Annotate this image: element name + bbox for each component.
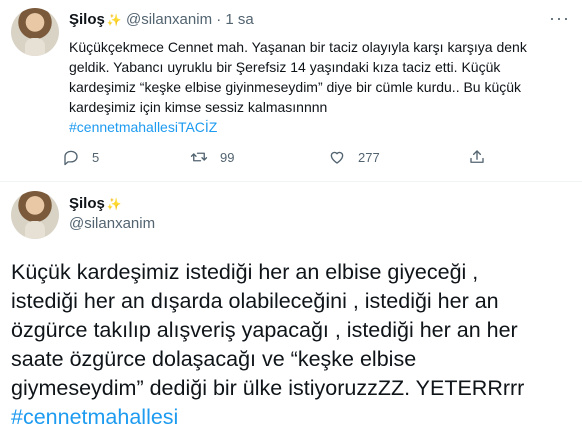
tweet-text-line: kardeşimiz için kimse sessiz kalmasınnnn bbox=[69, 99, 328, 115]
author-name[interactable]: Şiloş bbox=[69, 195, 105, 212]
quoted-author-row: Şiloş ✨ bbox=[69, 195, 122, 212]
tweet-text-line: geldik. Yabancı uyruklu bir Şerefsiz 14 … bbox=[69, 59, 501, 75]
tweet-text-line: giymeseydim” dediği bir ülke istiyoruzzZ… bbox=[11, 376, 525, 400]
hashtag-link[interactable]: #cennetmahallesiTACİZ bbox=[69, 117, 569, 137]
tweet-time[interactable]: 1 sa bbox=[225, 11, 253, 28]
reply-button[interactable]: 5 bbox=[62, 148, 99, 166]
separator-dot: · bbox=[216, 11, 222, 28]
tweet-text-line: Küçükçekmece Cennet mah. Yaşanan bir tac… bbox=[69, 39, 527, 55]
share-button[interactable] bbox=[468, 148, 498, 166]
sparkle-emoji: ✨ bbox=[106, 197, 122, 211]
retweet-icon bbox=[190, 152, 208, 162]
sparkle-emoji: ✨ bbox=[106, 13, 122, 27]
tweet-text-line: Küçük kardeşimiz istediği her an elbise … bbox=[11, 260, 479, 284]
tweet-actions: 5 99 277 bbox=[62, 148, 502, 168]
tweet-header: Şiloş ✨ @silanxanim · 1 sa bbox=[69, 11, 254, 28]
like-icon bbox=[330, 151, 344, 164]
avatar[interactable] bbox=[11, 8, 59, 56]
tweet-text-line: kardeşimiz “keşke elbise giyinmeseydim” … bbox=[69, 79, 522, 95]
avatar[interactable] bbox=[11, 191, 59, 239]
reply-icon bbox=[64, 150, 78, 166]
like-count: 277 bbox=[358, 149, 380, 165]
quoted-tweet-text: Küçük kardeşimiz istediği her an elbise … bbox=[11, 258, 571, 432]
hashtag-link[interactable]: #cennetmahallesi bbox=[11, 403, 571, 432]
like-button[interactable]: 277 bbox=[328, 148, 380, 166]
more-icon[interactable]: ··· bbox=[549, 8, 570, 29]
divider bbox=[0, 181, 582, 182]
retweet-button[interactable]: 99 bbox=[190, 148, 234, 166]
tweet-text-line: özgürce takılıp alışveriş yapacağı , ist… bbox=[11, 318, 518, 342]
retweet-count: 99 bbox=[220, 149, 235, 165]
author-handle[interactable]: @silanxanim bbox=[126, 11, 212, 28]
tweet-text: Küçükçekmece Cennet mah. Yaşanan bir tac… bbox=[69, 37, 569, 137]
author-name[interactable]: Şiloş bbox=[69, 11, 105, 28]
tweet-text-line: saate özgürce dolaşacağı ve “keşke elbis… bbox=[11, 347, 417, 371]
tweet-text-line: istediği her an dışarda olabileceğini , … bbox=[11, 289, 499, 313]
share-icon bbox=[470, 150, 484, 163]
author-handle[interactable]: @silanxanim bbox=[69, 215, 155, 232]
reply-count: 5 bbox=[92, 149, 100, 165]
